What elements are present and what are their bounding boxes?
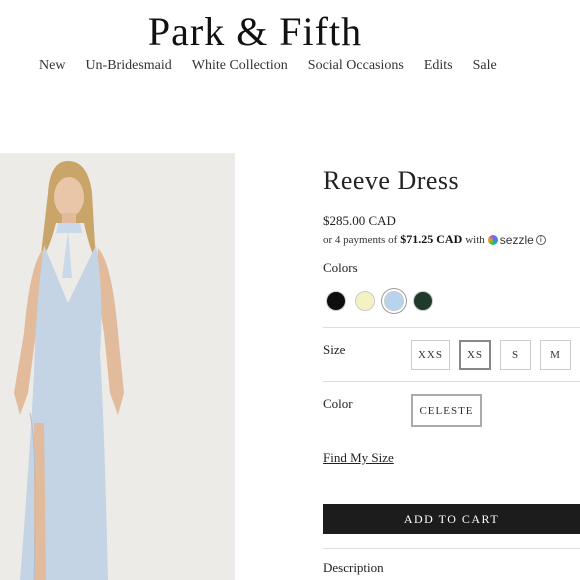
nav-item-new[interactable]: New — [39, 58, 65, 74]
color-label: Color — [323, 396, 353, 411]
brand-logo[interactable]: Park & Fifth — [0, 8, 510, 55]
swatch-black[interactable] — [326, 291, 346, 311]
description-accordion[interactable]: Description — [323, 560, 384, 576]
info-icon[interactable]: i — [535, 234, 546, 245]
swatch-butter[interactable] — [355, 291, 375, 311]
color-swatches — [326, 291, 433, 311]
size-options: XXS XS S M — [411, 340, 580, 370]
model-illustration — [0, 153, 235, 580]
divider — [323, 381, 580, 382]
swatch-emerald[interactable] — [413, 291, 433, 311]
product-title: Reeve Dress — [323, 166, 460, 195]
main-nav: New Un-Bridesmaid White Collection Socia… — [39, 58, 517, 74]
product-image[interactable] — [0, 153, 235, 580]
installments-with: with — [465, 233, 485, 246]
nav-item-un-bridesmaid[interactable]: Un-Bridesmaid — [85, 58, 171, 74]
nav-item-white-collection[interactable]: White Collection — [192, 58, 288, 74]
size-option-xxs[interactable]: XXS — [411, 340, 450, 370]
size-option-s[interactable]: S — [500, 340, 531, 370]
add-to-cart-button[interactable]: ADD TO CART — [323, 504, 580, 534]
swatch-celeste[interactable] — [384, 291, 404, 311]
color-option-celeste[interactable]: CELESTE — [411, 394, 482, 427]
divider — [323, 548, 580, 549]
sezzle-installments: or 4 payments of $71.25 CAD with sezzle … — [323, 232, 546, 247]
sezzle-logo[interactable]: sezzle — [487, 232, 534, 247]
sezzle-wordmark: sezzle — [499, 232, 534, 247]
sezzle-icon — [487, 234, 498, 245]
divider — [323, 327, 580, 328]
product-price: $285.00 CAD — [323, 213, 396, 228]
nav-item-edits[interactable]: Edits — [424, 58, 453, 74]
installments-prefix: or 4 payments of — [323, 233, 398, 246]
installment-amount: $71.25 CAD — [400, 232, 463, 246]
size-option-m[interactable]: M — [540, 340, 571, 370]
size-label: Size — [323, 342, 346, 357]
nav-item-sale[interactable]: Sale — [473, 58, 497, 74]
colors-label: Colors — [323, 260, 358, 275]
size-option-xs[interactable]: XS — [459, 340, 491, 370]
nav-item-social-occasions[interactable]: Social Occasions — [308, 58, 404, 74]
find-my-size-link[interactable]: Find My Size — [323, 450, 394, 466]
